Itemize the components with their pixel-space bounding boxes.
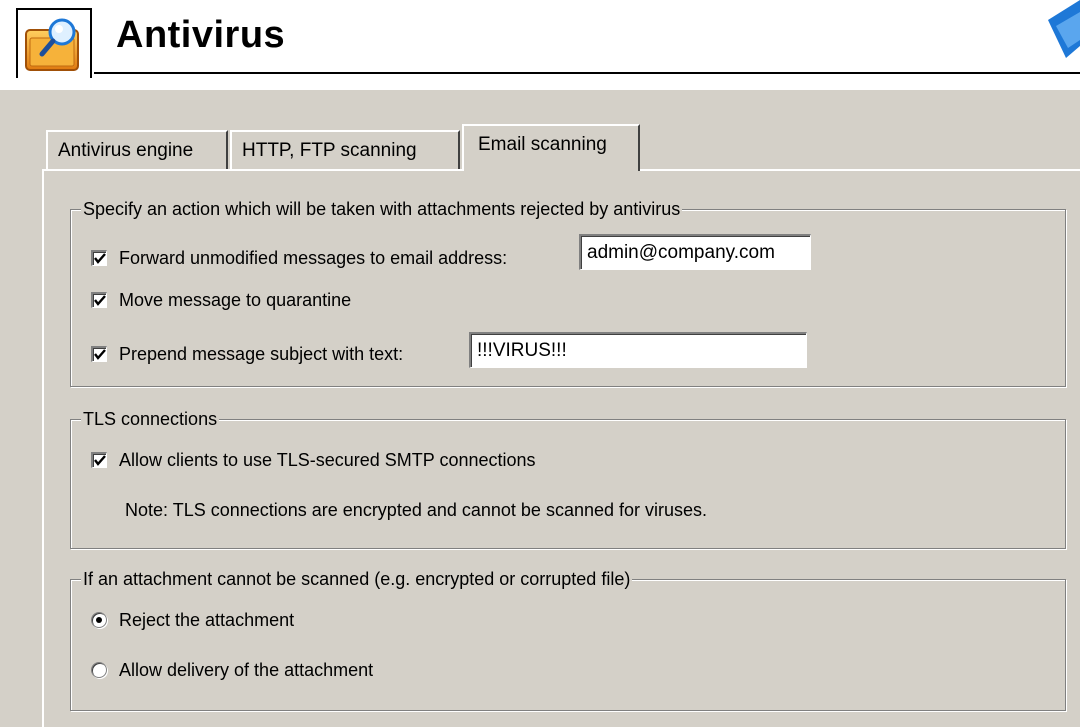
group-legend: If an attachment cannot be scanned (e.g.… — [81, 568, 633, 590]
checkmark-icon — [94, 253, 106, 264]
tab-label: HTTP, FTP scanning — [242, 140, 417, 161]
rejected-attachments-group: Specify an action which will be taken wi… — [70, 198, 1066, 387]
page-title: Antivirus — [116, 14, 286, 56]
header-divider — [94, 72, 1080, 74]
allow-delivery-label: Allow delivery of the attachment — [119, 659, 374, 680]
prepend-row: Prepend message subject with text: — [91, 336, 403, 372]
prepend-checkbox[interactable] — [91, 346, 107, 362]
forward-row: Forward unmodified messages to email add… — [91, 240, 507, 276]
tab-label: Antivirus engine — [58, 140, 194, 161]
tab-http-ftp-scanning[interactable]: HTTP, FTP scanning — [230, 130, 460, 170]
group-legend: TLS connections — [81, 408, 220, 430]
antivirus-magnifier-icon — [16, 8, 92, 78]
tls-note: Note: TLS connections are encrypted and … — [125, 500, 708, 520]
unscannable-attachment-group: If an attachment cannot be scanned (e.g.… — [70, 568, 1066, 711]
tab-antivirus-engine[interactable]: Antivirus engine — [46, 130, 228, 170]
reject-attachment-label: Reject the attachment — [119, 609, 295, 630]
checkmark-icon — [94, 349, 106, 360]
tls-allow-label: Allow clients to use TLS-secured SMTP co… — [119, 449, 536, 470]
allow-delivery-radio[interactable] — [91, 662, 107, 678]
forward-label: Forward unmodified messages to email add… — [119, 247, 508, 268]
quarantine-row: Move message to quarantine — [91, 288, 351, 312]
reject-attachment-row[interactable]: Reject the attachment — [91, 608, 294, 632]
prepend-subject-input[interactable] — [469, 332, 807, 368]
reject-attachment-radio[interactable] — [91, 612, 107, 628]
forward-checkbox[interactable] — [91, 250, 107, 266]
tls-connections-group: TLS connections Allow clients to use TLS… — [70, 408, 1066, 549]
forward-email-input[interactable] — [579, 234, 811, 270]
prepend-label: Prepend message subject with text: — [119, 343, 404, 364]
tls-allow-row: Allow clients to use TLS-secured SMTP co… — [91, 448, 536, 472]
email-scanning-page: Specify an action which will be taken wi… — [42, 169, 1080, 727]
group-legend: Specify an action which will be taken wi… — [81, 198, 683, 220]
tls-allow-checkbox[interactable] — [91, 452, 107, 468]
quarantine-checkbox[interactable] — [91, 292, 107, 308]
allow-delivery-row[interactable]: Allow delivery of the attachment — [91, 658, 373, 682]
tab-email-scanning[interactable]: Email scanning — [462, 124, 640, 171]
quarantine-label: Move message to quarantine — [119, 289, 352, 310]
radio-selected-dot — [96, 617, 102, 623]
tab-label: Email scanning — [478, 134, 607, 155]
page-header: Antivirus — [0, 0, 1080, 82]
checkmark-icon — [94, 455, 106, 466]
corner-decoration — [1010, 0, 1080, 82]
checkmark-icon — [94, 295, 106, 306]
